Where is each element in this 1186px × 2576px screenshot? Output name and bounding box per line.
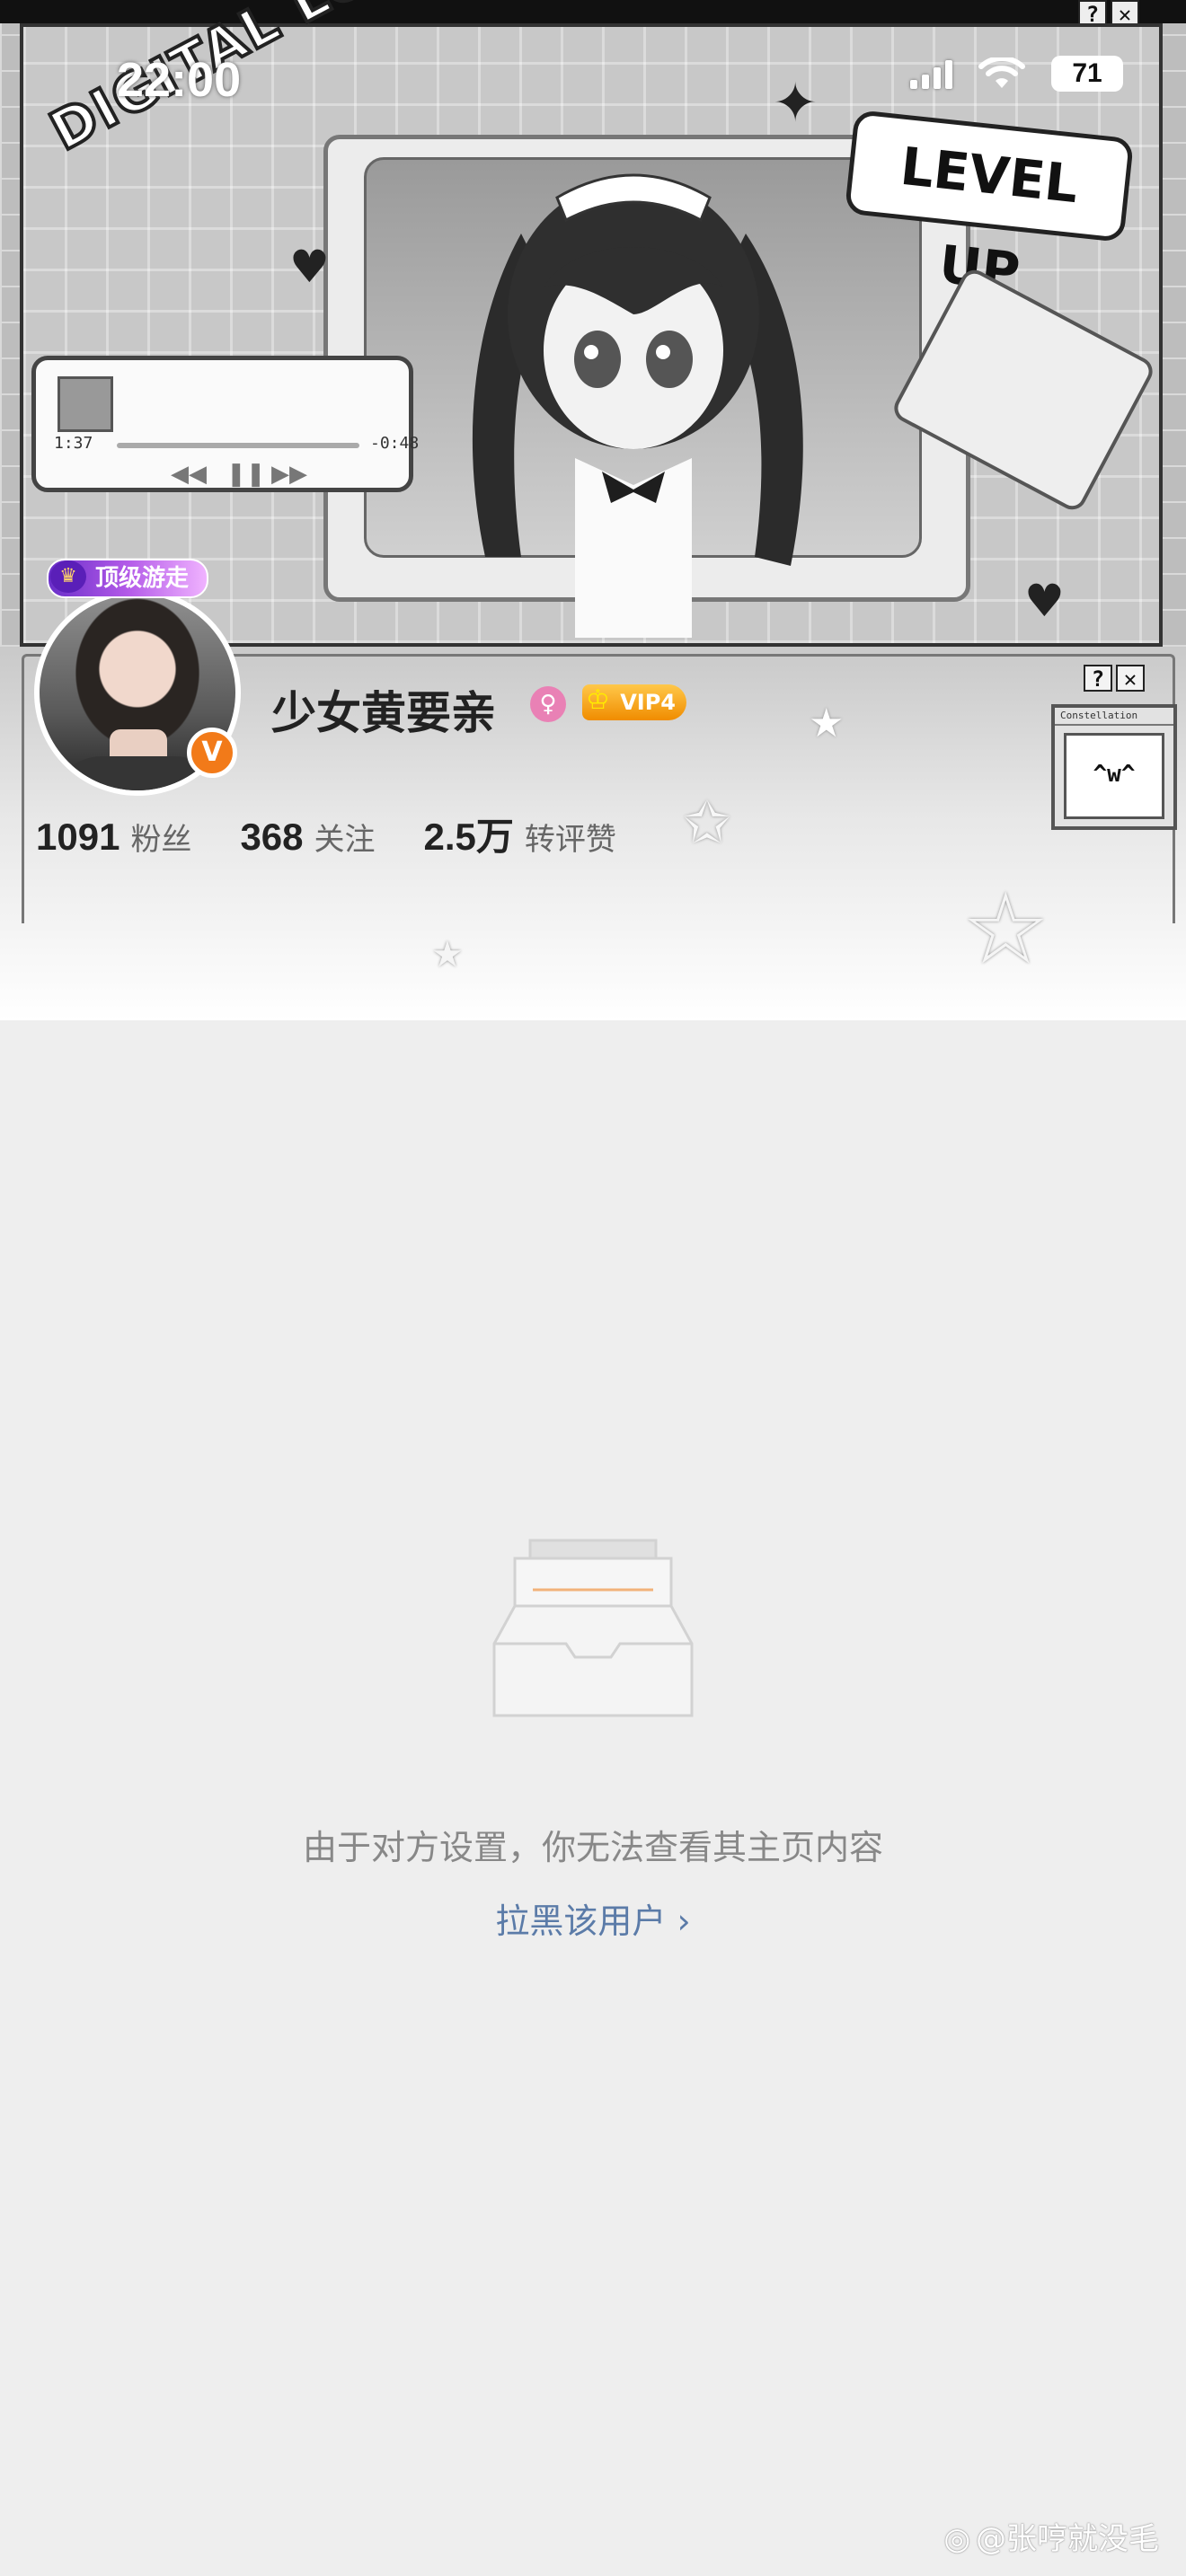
weibo-logo-icon: ◎	[943, 2521, 970, 2557]
player-cover	[58, 376, 113, 432]
banner-character-illustration	[472, 173, 803, 638]
player-progress-bar	[117, 443, 359, 448]
player-time-end: -0:48	[370, 434, 420, 453]
player-time-start: 1:37	[54, 434, 93, 453]
female-gender-icon: ♀	[530, 686, 566, 722]
status-indicators: 71	[910, 56, 1123, 92]
empty-inbox-icon	[492, 1539, 694, 1717]
username: 少女黄要亲	[271, 687, 496, 739]
weibo-watermark: ◎ @张哼就没毛	[943, 2514, 1159, 2558]
verified-badge-icon: V	[187, 728, 237, 778]
crown-icon: ♔	[586, 684, 610, 716]
stat-label: 转评赞	[524, 822, 616, 858]
stat-followers[interactable]: 1091 粉丝	[36, 815, 191, 859]
constellation-widget[interactable]: Constellation ^w^	[1051, 704, 1177, 830]
stat-label: 粉丝	[130, 822, 192, 858]
profile-stats: 1091 粉丝 368 关注 2.5万 转评赞	[36, 807, 665, 861]
profile-tag-label: 顶级游走	[95, 565, 190, 592]
block-user-link[interactable]: 拉黑该用户 ›	[0, 1893, 1186, 1943]
stat-interactions[interactable]: 2.5万 转评赞	[424, 807, 616, 861]
star-decoration-icon: ☆	[961, 871, 1050, 986]
stat-value: 368	[240, 816, 304, 858]
constellation-title: Constellation	[1055, 708, 1173, 726]
profile-banner[interactable]: ? ✕ DIGITAL LOVE LEVEL UP 1:37 -0:48 ◀◀ …	[0, 0, 1186, 647]
cellular-signal-icon	[910, 58, 952, 89]
card-window-buttons: ? ✕	[1084, 665, 1145, 692]
wifi-icon	[978, 57, 1025, 88]
star-decoration-icon: ★	[809, 701, 845, 746]
empty-state-message: 由于对方设置，你无法查看其主页内容	[302, 1828, 883, 1867]
heart-icon: ♥	[289, 241, 330, 293]
star-decoration-icon: ★	[431, 934, 464, 975]
tag-shield-icon: ♛	[50, 560, 86, 593]
constellation-face: ^w^	[1064, 733, 1164, 819]
profile-tag-badge[interactable]: ♛ 顶级游走	[47, 559, 209, 598]
status-time: 22:00	[117, 53, 242, 107]
star-decoration-icon: ✩	[683, 790, 731, 857]
stat-value: 1091	[36, 816, 120, 858]
card-help-button[interactable]: ?	[1084, 665, 1112, 692]
pause-icon: ❚❚	[226, 461, 266, 488]
watermark-text: @张哼就没毛	[976, 2521, 1159, 2557]
card-close-button[interactable]: ✕	[1116, 665, 1145, 692]
banner-top-strip	[0, 0, 1186, 23]
vip-badge[interactable]: ♔ VIP4	[582, 684, 686, 720]
stat-following[interactable]: 368 关注	[240, 815, 375, 859]
stat-label: 关注	[314, 822, 376, 858]
banner-music-player: 1:37 -0:48 ◀◀ ❚❚ ▶▶	[31, 356, 419, 492]
battery-indicator: 71	[1051, 56, 1123, 92]
forward-icon: ▶▶	[271, 461, 307, 488]
sparkle-icon: ✦	[773, 72, 819, 135]
vip-level: VIP4	[620, 690, 676, 715]
rewind-icon: ◀◀	[171, 461, 207, 488]
stat-value: 2.5万	[423, 816, 514, 858]
magnifier-heart-icon: ♥	[1024, 575, 1065, 627]
